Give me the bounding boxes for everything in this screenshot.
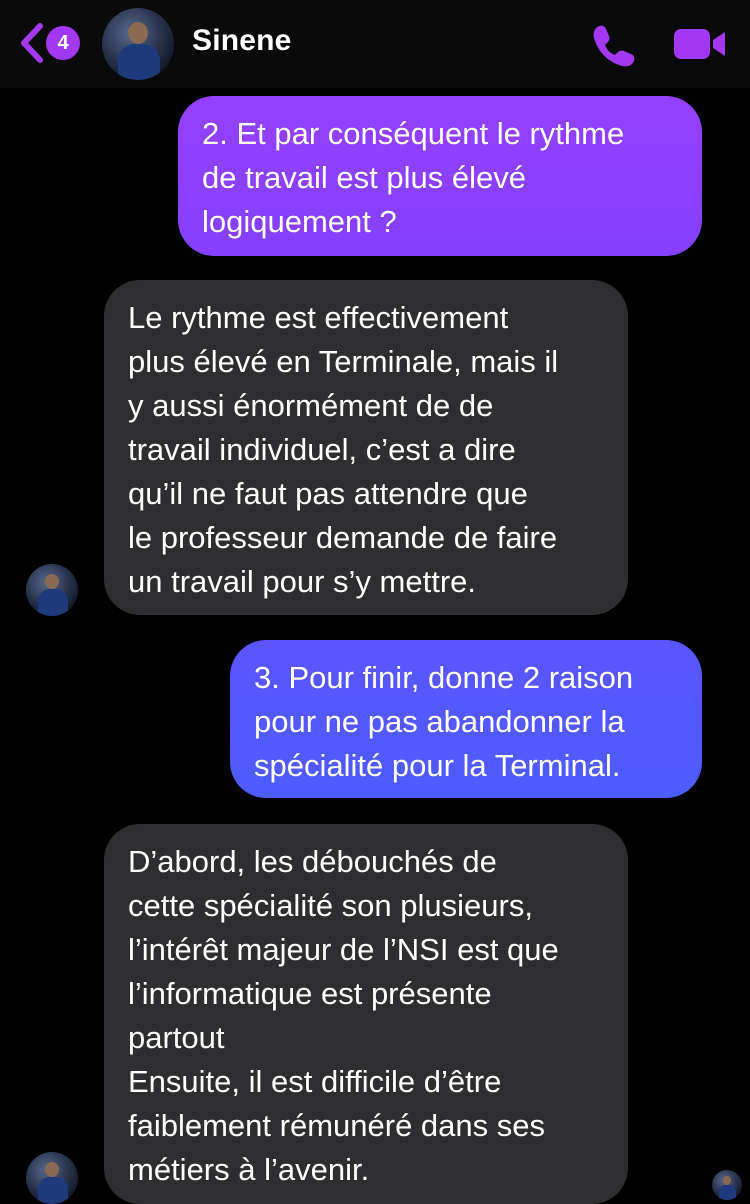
received-message-bubble[interactable]: D’abord, les débouchés de cette spéciali… — [104, 824, 628, 1204]
contact-avatar-small — [26, 564, 78, 616]
back-chevron-icon — [21, 23, 43, 63]
sent-message-bubble[interactable]: 3. Pour finir, donne 2 raison pour ne pa… — [230, 640, 702, 798]
video-camera-icon — [674, 29, 725, 59]
back-button[interactable]: 4 — [16, 22, 86, 64]
phone-icon — [593, 25, 635, 67]
contact-name[interactable]: Sinene — [192, 24, 292, 58]
unread-count-badge: 4 — [46, 26, 80, 60]
received-message-bubble[interactable]: Le rythme est effectivement plus élevé e… — [104, 280, 628, 615]
contact-avatar-small — [26, 1152, 78, 1204]
video-call-button[interactable] — [672, 26, 728, 62]
read-receipt-avatar — [712, 1170, 742, 1200]
voice-call-button[interactable] — [590, 22, 636, 68]
sent-message-bubble[interactable]: 2. Et par conséquent le rythme de travai… — [178, 96, 702, 256]
chat-header: 4 Sinene — [0, 0, 750, 88]
contact-avatar[interactable] — [102, 8, 174, 80]
